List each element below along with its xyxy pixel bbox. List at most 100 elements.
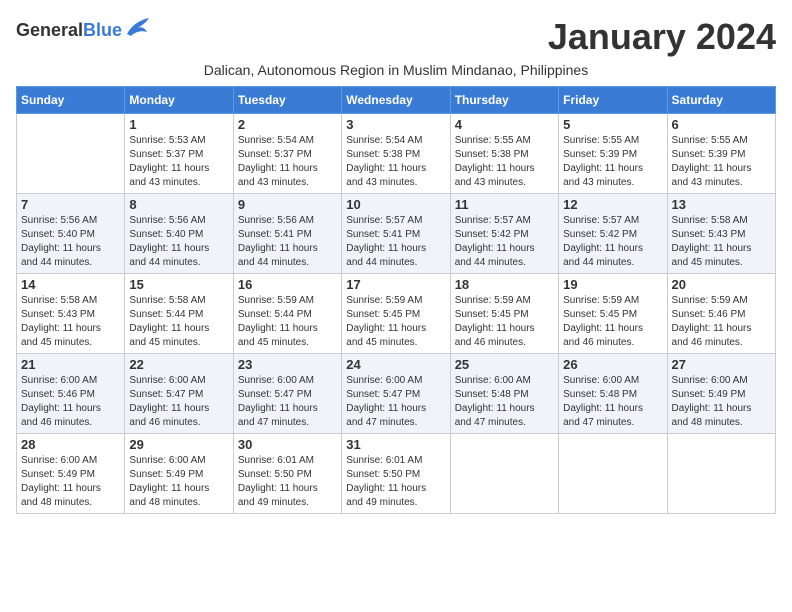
day-info-line: and 45 minutes. [346,336,445,350]
day-info-line: Sunset: 5:44 PM [238,308,337,322]
day-info-line: Daylight: 11 hours [455,162,554,176]
day-info: Sunrise: 5:53 AMSunset: 5:37 PMDaylight:… [129,134,228,190]
calendar-cell: 19Sunrise: 5:59 AMSunset: 5:45 PMDayligh… [559,274,667,354]
calendar-cell: 18Sunrise: 5:59 AMSunset: 5:45 PMDayligh… [450,274,558,354]
day-number: 9 [238,197,337,212]
day-info-line: Sunset: 5:39 PM [563,148,662,162]
day-info-line: Daylight: 11 hours [563,402,662,416]
col-header-friday: Friday [559,87,667,114]
day-info-line: and 43 minutes. [238,176,337,190]
calendar-cell: 8Sunrise: 5:56 AMSunset: 5:40 PMDaylight… [125,194,233,274]
day-number: 13 [672,197,771,212]
day-number: 27 [672,357,771,372]
day-info-line: Daylight: 11 hours [455,242,554,256]
calendar-cell: 14Sunrise: 5:58 AMSunset: 5:43 PMDayligh… [17,274,125,354]
day-info-line: and 46 minutes. [672,336,771,350]
day-info-line: Sunrise: 5:55 AM [455,134,554,148]
day-info-line: and 46 minutes. [21,416,120,430]
calendar-cell [667,434,775,514]
day-number: 10 [346,197,445,212]
day-info-line: Daylight: 11 hours [21,402,120,416]
day-info: Sunrise: 5:55 AMSunset: 5:39 PMDaylight:… [563,134,662,190]
day-info-line: Daylight: 11 hours [563,322,662,336]
day-info-line: Sunset: 5:45 PM [346,308,445,322]
day-number: 31 [346,437,445,452]
day-info-line: Sunrise: 6:00 AM [129,374,228,388]
day-number: 23 [238,357,337,372]
calendar-cell: 10Sunrise: 5:57 AMSunset: 5:41 PMDayligh… [342,194,450,274]
day-info: Sunrise: 6:01 AMSunset: 5:50 PMDaylight:… [238,454,337,510]
calendar-cell: 12Sunrise: 5:57 AMSunset: 5:42 PMDayligh… [559,194,667,274]
day-info-line: Sunrise: 5:57 AM [563,214,662,228]
day-number: 28 [21,437,120,452]
day-info-line: Sunset: 5:45 PM [455,308,554,322]
logo-blue-text: Blue [83,20,122,41]
day-info-line: and 48 minutes. [129,496,228,510]
day-info-line: Sunrise: 6:00 AM [21,374,120,388]
day-info-line: Sunrise: 6:01 AM [238,454,337,468]
day-info-line: Sunrise: 5:53 AM [129,134,228,148]
calendar-cell: 29Sunrise: 6:00 AMSunset: 5:49 PMDayligh… [125,434,233,514]
day-info-line: Sunrise: 5:57 AM [455,214,554,228]
day-info-line: and 45 minutes. [21,336,120,350]
day-info-line: Daylight: 11 hours [129,402,228,416]
day-info-line: Daylight: 11 hours [129,162,228,176]
day-info-line: and 46 minutes. [563,336,662,350]
day-info-line: Sunrise: 6:00 AM [346,374,445,388]
day-info-line: Daylight: 11 hours [455,322,554,336]
day-info-line: and 43 minutes. [672,176,771,190]
day-info-line: Sunset: 5:38 PM [455,148,554,162]
day-info-line: Sunrise: 5:59 AM [346,294,445,308]
day-info-line: Daylight: 11 hours [129,322,228,336]
day-number: 25 [455,357,554,372]
day-info: Sunrise: 5:55 AMSunset: 5:39 PMDaylight:… [672,134,771,190]
day-info-line: and 43 minutes. [129,176,228,190]
calendar-cell: 16Sunrise: 5:59 AMSunset: 5:44 PMDayligh… [233,274,341,354]
day-info-line: Sunrise: 5:58 AM [21,294,120,308]
day-info-line: Daylight: 11 hours [346,402,445,416]
calendar-cell: 30 Sunrise: 6:01 AMSunset: 5:50 PMDayligh… [233,434,341,514]
day-info-line: Sunset: 5:47 PM [129,388,228,402]
day-info-line: Sunrise: 6:00 AM [672,374,771,388]
col-header-tuesday: Tuesday [233,87,341,114]
day-number: 5 [563,117,662,132]
calendar-cell [17,114,125,194]
day-info-line: Daylight: 11 hours [21,322,120,336]
day-info-line: Sunset: 5:41 PM [238,228,337,242]
day-info-line: Sunset: 5:37 PM [238,148,337,162]
day-info-line: Daylight: 11 hours [672,402,771,416]
calendar-cell: 6Sunrise: 5:55 AMSunset: 5:39 PMDaylight… [667,114,775,194]
day-info-line: Sunset: 5:49 PM [129,468,228,482]
day-info-line: Sunrise: 5:59 AM [672,294,771,308]
day-info-line: Sunrise: 6:00 AM [455,374,554,388]
day-info: Sunrise: 6:01 AMSunset: 5:50 PMDaylight:… [346,454,445,510]
day-info-line: Daylight: 11 hours [238,482,337,496]
calendar-cell: 27Sunrise: 6:00 AMSunset: 5:49 PMDayligh… [667,354,775,434]
day-number: 16 [238,277,337,292]
day-info-line: Sunset: 5:40 PM [21,228,120,242]
day-info-line: Sunset: 5:48 PM [455,388,554,402]
day-info-line: and 44 minutes. [129,256,228,270]
day-info: Sunrise: 5:56 AMSunset: 5:41 PMDaylight:… [238,214,337,270]
calendar-cell: 7Sunrise: 5:56 AMSunset: 5:40 PMDaylight… [17,194,125,274]
day-info: Sunrise: 5:59 AMSunset: 5:46 PMDaylight:… [672,294,771,350]
day-info-line: and 47 minutes. [455,416,554,430]
day-info-line: Sunrise: 5:59 AM [455,294,554,308]
calendar-week-row: 21Sunrise: 6:00 AMSunset: 5:46 PMDayligh… [17,354,776,434]
day-number: 30 [238,437,337,452]
calendar-cell: 3Sunrise: 5:54 AMSunset: 5:38 PMDaylight… [342,114,450,194]
day-info-line: and 43 minutes. [563,176,662,190]
col-header-thursday: Thursday [450,87,558,114]
day-info-line: Sunset: 5:44 PM [129,308,228,322]
day-info-line: Sunset: 5:39 PM [672,148,771,162]
day-number: 2 [238,117,337,132]
day-info-line: Daylight: 11 hours [21,482,120,496]
day-number: 1 [129,117,228,132]
day-info-line: and 47 minutes. [563,416,662,430]
day-info: Sunrise: 5:58 AMSunset: 5:43 PMDaylight:… [672,214,771,270]
day-info-line: Sunset: 5:38 PM [346,148,445,162]
day-info-line: Daylight: 11 hours [672,162,771,176]
day-info-line: Sunrise: 5:58 AM [672,214,771,228]
day-info-line: Sunrise: 6:00 AM [21,454,120,468]
day-info-line: Sunset: 5:41 PM [346,228,445,242]
